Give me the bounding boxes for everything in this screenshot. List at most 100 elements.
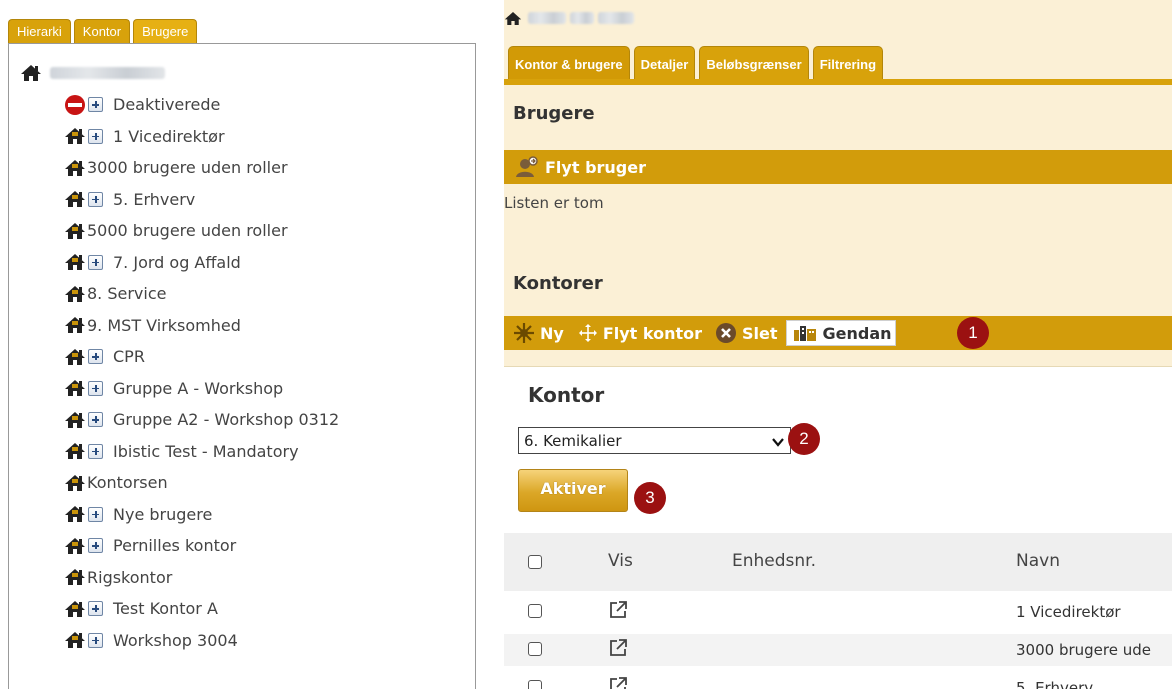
row-name: 3000 brugere ude xyxy=(1016,641,1151,659)
expand-plus-icon[interactable] xyxy=(88,191,103,207)
left-tab-bar: Hierarki Kontor Brugere xyxy=(8,19,200,43)
delete-office-button[interactable]: Slet xyxy=(715,316,778,350)
home-icon xyxy=(64,127,86,145)
expand-plus-icon[interactable] xyxy=(88,601,103,617)
tree-item[interactable]: Ibistic Test - Mandatory xyxy=(64,436,339,468)
offices-table-header: Vis Enhedsnr. Navn xyxy=(504,533,1172,591)
expand-plus-icon[interactable] xyxy=(88,254,103,270)
tree-item-label: Ibistic Test - Mandatory xyxy=(113,441,299,461)
table-row[interactable]: 3000 brugere ude xyxy=(504,634,1172,666)
tab-brugere[interactable]: Brugere xyxy=(133,19,198,43)
home-icon xyxy=(64,600,86,618)
tab-kontor[interactable]: Kontor xyxy=(73,19,131,43)
tree-item[interactable]: Gruppe A - Workshop xyxy=(64,373,339,405)
move-arrows-icon xyxy=(578,323,598,343)
tab-beloebsgraenser[interactable]: Beløbsgrænser xyxy=(699,46,809,79)
tree-item-label: Gruppe A - Workshop xyxy=(113,378,284,398)
brugere-toolbar: Flyt bruger xyxy=(504,150,1172,184)
chevron-down-icon xyxy=(772,434,784,452)
tree-item[interactable]: 7. Jord og Affald xyxy=(64,247,339,279)
column-header-enhedsnr[interactable]: Enhedsnr. xyxy=(732,551,816,571)
tree-item[interactable]: 9. MST Virksomhed xyxy=(64,310,339,342)
tree-item-label: 8. Service xyxy=(87,284,167,304)
home-icon xyxy=(64,411,86,429)
expand-plus-icon[interactable] xyxy=(88,380,103,396)
delete-office-label: Slet xyxy=(742,323,778,343)
expand-plus-icon[interactable] xyxy=(88,412,103,428)
expand-plus-icon[interactable] xyxy=(88,443,103,459)
tab-detaljer[interactable]: Detaljer xyxy=(633,46,696,79)
expand-plus-icon[interactable] xyxy=(88,128,103,144)
tab-underline xyxy=(504,79,1172,85)
open-external-icon[interactable] xyxy=(608,600,628,620)
tree-item[interactable]: Test Kontor A xyxy=(64,593,339,625)
delete-circle-icon xyxy=(715,322,737,344)
home-icon xyxy=(64,505,86,523)
home-icon xyxy=(64,316,86,334)
column-header-navn[interactable]: Navn xyxy=(1016,551,1060,571)
row-checkbox[interactable] xyxy=(528,604,542,618)
row-checkbox[interactable] xyxy=(528,642,542,656)
expand-plus-icon[interactable] xyxy=(88,538,103,554)
step-badge-1: 1 xyxy=(957,317,989,349)
tree-item[interactable]: 5. Erhverv xyxy=(64,184,339,216)
tree-root-item[interactable] xyxy=(20,63,165,83)
activate-button[interactable]: Aktiver xyxy=(518,469,628,512)
open-external-icon[interactable] xyxy=(608,638,628,658)
tree-item[interactable]: 3000 brugere uden roller xyxy=(64,152,339,184)
tree-item-label: Gruppe A2 - Workshop 0312 xyxy=(113,410,340,430)
table-row[interactable]: 5. Erhverv xyxy=(504,672,1172,689)
home-icon xyxy=(20,64,42,82)
breadcrumb-redacted xyxy=(598,12,634,24)
breadcrumb-redacted xyxy=(570,12,594,24)
tree-item-label: Pernilles kontor xyxy=(113,536,237,556)
table-row[interactable]: 1 Vicedirektør xyxy=(504,596,1172,628)
home-icon xyxy=(64,568,86,586)
restore-office-button[interactable]: Gendan xyxy=(785,320,896,346)
expand-plus-icon[interactable] xyxy=(88,349,103,365)
tab-kontor-brugere[interactable]: Kontor & brugere xyxy=(508,46,630,79)
tab-filtrering[interactable]: Filtrering xyxy=(812,46,884,79)
tree-item[interactable]: 5000 brugere uden roller xyxy=(64,215,339,247)
tree-item-label: 1 Vicedirektør xyxy=(113,126,225,146)
no-entry-icon xyxy=(64,94,86,116)
restore-building-icon xyxy=(793,324,817,342)
home-icon xyxy=(64,537,86,555)
tree-item[interactable]: Rigskontor xyxy=(64,562,339,594)
tree-item-label: 9. MST Virksomhed xyxy=(87,315,241,335)
row-checkbox[interactable] xyxy=(528,680,542,689)
home-icon xyxy=(64,285,86,303)
tree-item[interactable]: 1 Vicedirektør xyxy=(64,121,339,153)
expand-plus-icon[interactable] xyxy=(88,632,103,648)
move-office-button[interactable]: Flyt kontor xyxy=(578,316,702,350)
step-badge-3: 3 xyxy=(634,482,666,514)
move-user-button[interactable]: Flyt bruger xyxy=(515,150,646,184)
tree-item[interactable]: Workshop 3004 xyxy=(64,625,339,657)
tab-hierarki[interactable]: Hierarki xyxy=(8,19,71,43)
expand-plus-icon[interactable] xyxy=(88,97,103,113)
right-tab-bar: Kontor & brugere Detaljer Beløbsgrænser … xyxy=(508,44,887,79)
column-header-vis[interactable]: Vis xyxy=(608,551,633,571)
new-office-button[interactable]: Ny xyxy=(513,316,564,350)
tree-item-label: CPR xyxy=(113,347,145,367)
select-all-checkbox[interactable] xyxy=(528,555,542,569)
tree-item[interactable]: Nye brugere xyxy=(64,499,339,531)
hierarchy-panel: Hierarki Kontor Brugere Deaktiverede 1 Vi… xyxy=(0,0,482,689)
tree-item-label: Kontorsen xyxy=(87,473,168,493)
tree-item[interactable]: 8. Service xyxy=(64,278,339,310)
tree-item[interactable]: CPR xyxy=(64,341,339,373)
office-select[interactable]: 6. Kemikalier xyxy=(518,427,791,454)
tree-item[interactable]: Pernilles kontor xyxy=(64,530,339,562)
tree-item-label: Workshop 3004 xyxy=(113,630,238,650)
tree-item[interactable]: Deaktiverede xyxy=(64,89,339,121)
home-icon xyxy=(64,474,86,492)
tree-item[interactable]: Gruppe A2 - Workshop 0312 xyxy=(64,404,339,436)
tree-item[interactable]: Kontorsen xyxy=(64,467,339,499)
tree-item-label: Test Kontor A xyxy=(113,599,218,619)
office-select-value: 6. Kemikalier xyxy=(524,431,622,450)
restore-office-label: Gendan xyxy=(822,323,892,343)
expand-plus-icon[interactable] xyxy=(88,506,103,522)
open-external-icon[interactable] xyxy=(608,676,628,689)
empty-list-text: Listen er tom xyxy=(504,194,604,212)
home-icon xyxy=(64,159,86,177)
